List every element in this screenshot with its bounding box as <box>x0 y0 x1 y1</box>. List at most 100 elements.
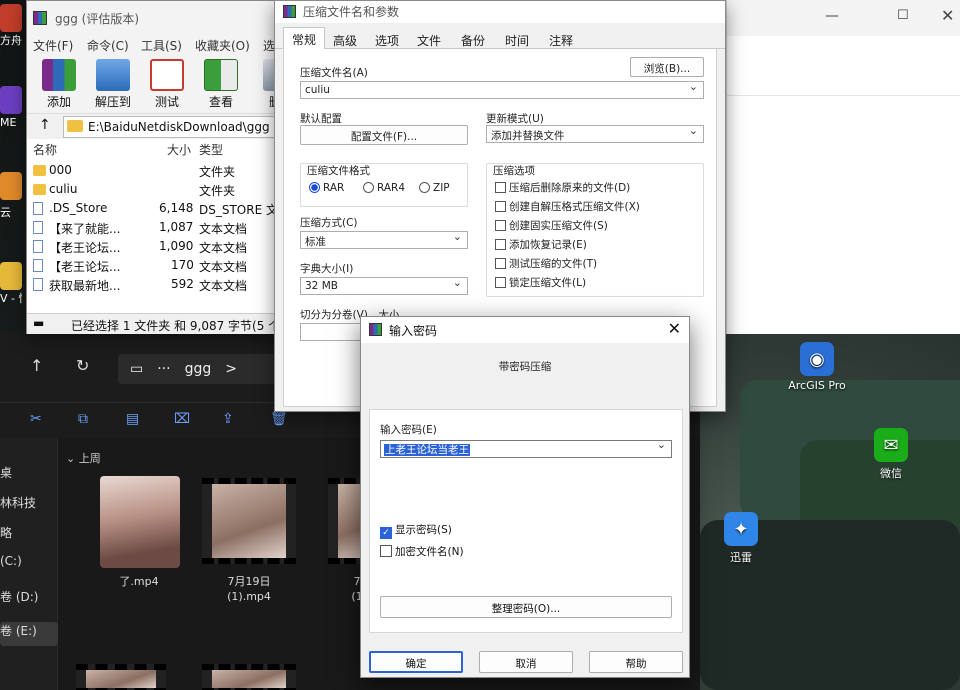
cut-icon[interactable]: ✂ <box>30 411 48 429</box>
sidebar-item-misc[interactable]: 略 <box>0 524 58 548</box>
breadcrumb-separator: > <box>225 361 237 377</box>
format-rar4-radio[interactable]: RAR4 <box>363 182 405 194</box>
desktop-icon-thunder[interactable]: ✦ 迅雷 <box>706 512 776 565</box>
password-input[interactable]: 上老王论坛当老王 <box>380 438 672 458</box>
option-lock[interactable]: 锁定压缩文件(L) <box>495 275 586 290</box>
rename-icon[interactable]: ⌧ <box>174 411 192 429</box>
encrypt-names-checkbox[interactable]: 加密文件名(N) <box>380 544 464 559</box>
delete-icon[interactable]: 🗑 <box>270 411 288 429</box>
sidebar-item-drive-e[interactable]: 卷 (E:) <box>0 622 58 646</box>
video-thumbnail[interactable] <box>202 478 296 564</box>
format-rar-radio[interactable]: RAR <box>309 182 344 194</box>
column-size[interactable]: 大小 <box>167 141 191 158</box>
app-icon[interactable] <box>0 262 22 290</box>
cancel-button[interactable]: 取消 <box>479 651 573 673</box>
thumbnail-caption: 7月19日 (1).mp4 <box>227 575 271 603</box>
option-sfx[interactable]: 创建自解压格式压缩文件(X) <box>495 199 640 214</box>
show-password-checkbox[interactable]: ✓ 显示密码(S) <box>380 522 452 539</box>
video-thumbnail[interactable] <box>100 476 180 568</box>
option-solid[interactable]: 创建固实压缩文件(S) <box>495 218 608 233</box>
share-icon[interactable]: ⇪ <box>222 411 240 429</box>
format-group-label: 压缩文件格式 <box>307 165 370 177</box>
column-name[interactable]: 名称 <box>33 141 57 158</box>
checkbox-icon <box>495 258 506 269</box>
refresh-icon[interactable]: ↻ <box>76 356 89 375</box>
tab-time[interactable]: 时间 <box>497 29 537 49</box>
close-icon[interactable]: ✕ <box>941 6 954 25</box>
dialog-title: 输入密码 <box>389 324 438 338</box>
option-label: 锁定压缩文件(L) <box>509 277 587 289</box>
arrow-up-icon[interactable]: ↑ <box>39 117 51 133</box>
option-test[interactable]: 测试压缩的文件(T) <box>495 256 597 271</box>
left-strip-label: V - 快 <box>0 292 22 305</box>
breadcrumb-ggg[interactable]: ggg <box>185 361 212 377</box>
tab-options[interactable]: 选项 <box>367 29 407 49</box>
file-name: 获取最新地... <box>49 279 121 293</box>
sidebar-item-drive-c[interactable]: (C:) <box>0 554 58 578</box>
format-rar-label: RAR <box>323 182 345 194</box>
menu-favorites[interactable]: 收藏夹(O) <box>195 37 250 54</box>
file-name: 【老王论坛... <box>49 241 121 255</box>
test-label: 测试 <box>154 95 179 109</box>
option-delete-after[interactable]: 压缩后删除原来的文件(D) <box>495 180 630 195</box>
browse-button[interactable]: 浏览(B)... <box>630 57 704 77</box>
paste-icon[interactable]: ▤ <box>126 411 144 429</box>
breadcrumb-ellipsis[interactable]: ··· <box>157 361 170 377</box>
view-book-icon <box>204 59 238 91</box>
file-type: 文件夹 <box>199 184 236 198</box>
file-size: 1,090 <box>159 239 194 253</box>
app-icon[interactable] <box>0 86 22 114</box>
address-bar[interactable]: ▭ ··· ggg > <box>118 354 278 384</box>
winrar-logo-icon <box>369 323 382 336</box>
menu-commands[interactable]: 命令(C) <box>87 37 129 54</box>
group-header[interactable]: ⌄ 上周 <box>66 450 101 466</box>
minimize-icon[interactable]: — <box>825 8 839 24</box>
tab-comment[interactable]: 注释 <box>541 29 581 49</box>
option-recovery[interactable]: 添加恢复记录(E) <box>495 237 587 252</box>
method-select[interactable]: 标准 <box>300 231 468 249</box>
menu-file[interactable]: 文件(F) <box>33 37 73 54</box>
update-mode-select[interactable]: 添加并替换文件 <box>486 125 704 143</box>
tab-advanced[interactable]: 高级 <box>325 29 365 49</box>
left-strip-label: ME <box>0 116 17 129</box>
view-button[interactable]: 查看 <box>195 59 247 110</box>
sidebar-item-desktop[interactable]: 桌 <box>0 464 58 488</box>
arrow-up-icon[interactable]: ↑ <box>30 356 43 375</box>
app-icon[interactable] <box>0 4 22 32</box>
test-button[interactable]: 测试 <box>141 59 193 110</box>
file-type: 文本文档 <box>199 222 248 236</box>
sidebar-item-company[interactable]: 林科技 <box>0 494 58 518</box>
video-thumbnail[interactable] <box>76 664 166 690</box>
extract-to-button[interactable]: 解压到 <box>87 59 139 110</box>
checkbox-icon <box>495 182 506 193</box>
menu-tools[interactable]: 工具(S) <box>141 37 182 54</box>
tab-files[interactable]: 文件 <box>409 29 449 49</box>
column-type[interactable]: 类型 <box>199 141 223 158</box>
organize-passwords-button[interactable]: 整理密码(O)... <box>380 596 672 618</box>
format-zip-radio[interactable]: ZIP <box>419 182 450 194</box>
dictionary-select[interactable]: 32 MB <box>300 277 468 295</box>
ok-button[interactable]: 确定 <box>369 651 463 673</box>
tab-general[interactable]: 常规 <box>283 27 326 50</box>
help-button[interactable]: 帮助 <box>589 651 683 673</box>
desktop-icon-wechat[interactable]: ✉ 微信 <box>856 428 926 481</box>
maximize-icon[interactable]: ☐ <box>897 8 909 23</box>
folder-icon <box>33 165 46 176</box>
desktop-icon-label: ArcGIS Pro <box>788 379 846 392</box>
desktop-icon-arcgis[interactable]: ◉ ArcGIS Pro <box>782 342 852 392</box>
file-size: 170 <box>171 258 194 272</box>
close-icon[interactable]: ✕ <box>668 319 681 338</box>
option-label: 压缩后删除原来的文件(D) <box>509 182 631 194</box>
app-icon[interactable] <box>0 172 22 200</box>
profiles-button[interactable]: 配置文件(F)... <box>300 125 468 145</box>
copy-icon[interactable]: ⧉ <box>78 411 96 429</box>
dialog-titlebar: 输入密码 ✕ <box>361 317 689 343</box>
archive-name-input[interactable]: culiu <box>300 81 704 99</box>
folder-icon <box>33 184 46 195</box>
thumbnail-image <box>212 670 286 688</box>
tab-backup[interactable]: 备份 <box>453 29 493 49</box>
add-button[interactable]: 添加 <box>33 59 85 110</box>
video-thumbnail[interactable] <box>202 664 296 690</box>
sidebar-item-drive-d[interactable]: 卷 (D:) <box>0 588 58 612</box>
checkbox-icon <box>495 239 506 250</box>
